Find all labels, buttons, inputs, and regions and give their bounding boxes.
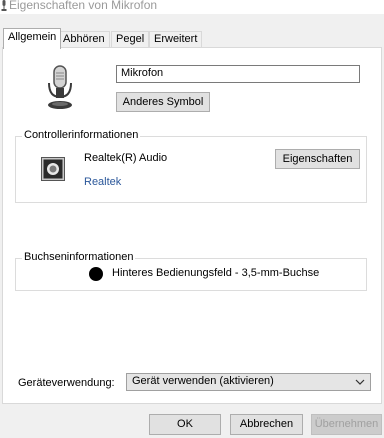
device-name-field[interactable]: Mikrofon bbox=[116, 65, 360, 83]
chevron-down-icon bbox=[355, 379, 365, 385]
device-usage-value: Gerät verwenden (aktivieren) bbox=[132, 375, 274, 387]
jack-info-group: Buchseninformationen Hinteres Bedienungs… bbox=[15, 251, 367, 291]
controller-info-legend: Controllerinformationen bbox=[22, 129, 141, 141]
device-usage-select[interactable]: Gerät verwenden (aktivieren) bbox=[126, 373, 371, 391]
controller-properties-button[interactable]: Eigenschaften bbox=[275, 149, 360, 169]
speaker-icon bbox=[41, 157, 65, 181]
cancel-button[interactable]: Abbrechen bbox=[230, 414, 303, 435]
controller-vendor-link[interactable]: Realtek bbox=[84, 176, 121, 188]
controller-info-group: Controllerinformationen Realtek(R) Audio… bbox=[15, 129, 367, 203]
tab-allgemein[interactable]: Allgemein bbox=[3, 28, 62, 49]
jack-info-legend: Buchseninformationen bbox=[22, 251, 136, 263]
tab-abhoeren[interactable]: Abhören bbox=[58, 31, 110, 48]
microphone-icon bbox=[48, 65, 72, 109]
jack-location-label: Hinteres Bedienungsfeld - 3,5-mm-Buchse bbox=[112, 267, 320, 279]
tab-pegel[interactable]: Pegel bbox=[111, 31, 150, 48]
microphone-icon bbox=[1, 0, 7, 11]
window-title: Eigenschaften von Mikrofon bbox=[9, 0, 158, 12]
controller-name: Realtek(R) Audio bbox=[84, 152, 168, 164]
apply-button[interactable]: Übernehmen bbox=[311, 414, 382, 435]
tab-erweitert[interactable]: Erweitert bbox=[149, 31, 203, 48]
change-icon-button[interactable]: Anderes Symbol bbox=[116, 92, 210, 112]
ok-button[interactable]: OK bbox=[149, 414, 221, 435]
device-usage-label: Geräteverwendung: bbox=[18, 377, 115, 389]
tab-panel-allgemein: Mikrofon Anderes Symbol Controllerinform… bbox=[2, 47, 382, 404]
jack-color-indicator bbox=[89, 267, 103, 281]
title-bar: Eigenschaften von Mikrofon bbox=[0, 0, 384, 14]
